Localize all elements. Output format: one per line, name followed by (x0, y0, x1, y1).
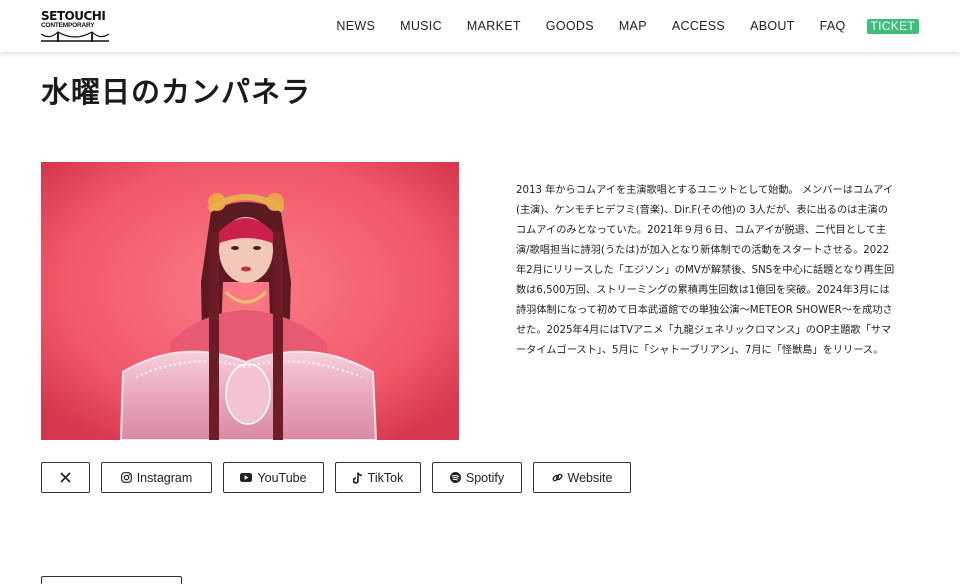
description-line: 詩羽体制になって初めて日本武道館での単独公演〜METEOR SHOWER〜を成功… (516, 305, 893, 316)
description-line: 演/歌唱担当に詩羽(うたは)が加入となり新体制での活動をスタートさせる。2022 (516, 245, 890, 256)
logo-line1: SETOUCHI (41, 9, 106, 23)
description-line: コムアイのみとなっていた。2021年９月６日、コムアイが脱退、二代目として主 (516, 225, 887, 236)
social-label: TikTok (367, 470, 404, 485)
tiktok-link-button[interactable]: TikTok (335, 462, 421, 493)
bridge-icon (41, 31, 109, 42)
artist-description: 2013 年からコムアイを主演歌唱とするユニットとして始動。 メンバーはコムアイ… (516, 181, 910, 361)
social-label: Website (567, 470, 613, 485)
nav-faq[interactable]: FAQ (820, 17, 846, 35)
ticket-button[interactable]: TICKET (866, 18, 919, 34)
bottom-button[interactable] (41, 576, 182, 584)
youtube-icon (240, 473, 253, 482)
nav-music[interactable]: MUSIC (400, 17, 442, 35)
instagram-link-button[interactable]: Instagram (101, 462, 212, 493)
spotify-link-button[interactable]: Spotify (432, 462, 522, 493)
link-icon (552, 472, 563, 483)
tiktok-icon (352, 471, 363, 484)
description-line: ータイムゴースト」、5月に「シャトーブリアン」、7月に「怪獣島」をリリース。 (516, 345, 884, 356)
description-line: せた。2025年4月にはTVアニメ「九龍ジェネリックロマンス」のOP主題歌「サマ (516, 325, 892, 336)
artist-photo (41, 162, 459, 440)
nav-access[interactable]: ACCESS (672, 17, 725, 35)
description-line: 年2月にリリースした「エジソン」のMVが解禁後、SNSを中心に話題となり再生回 (516, 265, 895, 276)
nav-goods[interactable]: GOODS (546, 17, 594, 35)
nav-map[interactable]: MAP (619, 17, 647, 35)
main-nav: NEWS MUSIC MARKET GOODS MAP ACCESS ABOUT… (336, 17, 919, 35)
nav-about[interactable]: ABOUT (750, 17, 795, 35)
nav-market[interactable]: MARKET (467, 17, 521, 35)
social-links: Instagram YouTube TikTok Spotify Website (41, 462, 642, 493)
site-header: SETOUCHI CONTEMPORARY NEWS MUSIC MARKET … (0, 0, 960, 52)
website-link-button[interactable]: Website (533, 462, 631, 493)
x-icon (60, 472, 71, 483)
page-title: 水曜日のカンパネラ (41, 75, 312, 109)
spotify-icon (449, 472, 461, 483)
description-line: (主演)、ケンモチヒデフミ(音楽)、Dir.F(その他)の 3人だが、表に出るの… (516, 205, 888, 216)
x-link-button[interactable] (41, 462, 90, 493)
site-logo[interactable]: SETOUCHI CONTEMPORARY (41, 10, 111, 44)
instagram-icon (120, 472, 132, 483)
description-line: 数は6,500万回、ストリーミングの累積再生回数は1億回を突破。2024年3月に… (516, 285, 890, 296)
youtube-link-button[interactable]: YouTube (223, 462, 324, 493)
social-label: Instagram (136, 470, 193, 485)
social-label: Spotify (465, 470, 505, 485)
social-label: YouTube (257, 470, 307, 485)
nav-news[interactable]: NEWS (336, 17, 375, 35)
logo-line2: CONTEMPORARY (41, 22, 95, 29)
description-line: 2013 年からコムアイを主演歌唱とするユニットとして始動。 メンバーはコムアイ (516, 185, 894, 196)
